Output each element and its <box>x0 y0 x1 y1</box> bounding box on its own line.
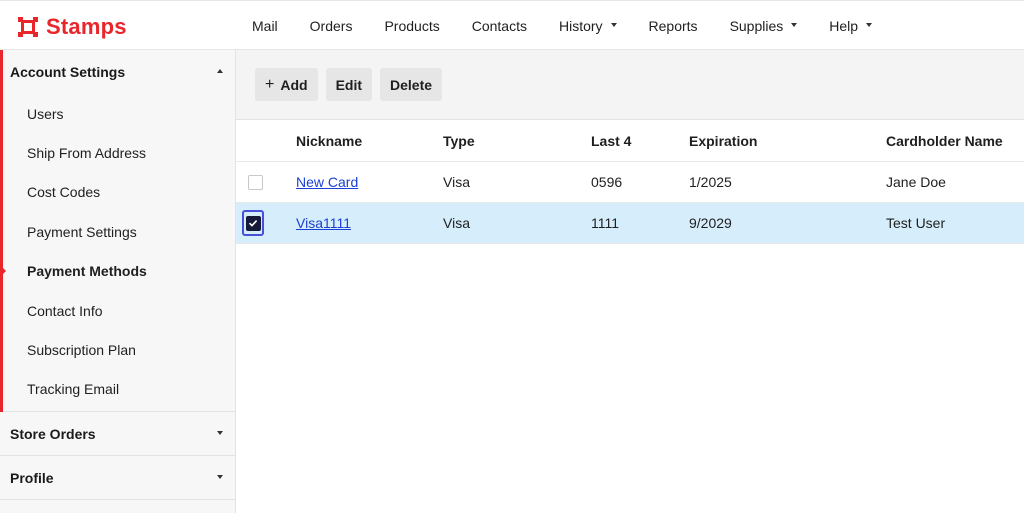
chevron-down-icon <box>217 474 223 479</box>
nav-reports[interactable]: Reports <box>633 18 714 34</box>
row-checkbox-cell <box>248 162 264 202</box>
nav-history-label: History <box>558 18 603 34</box>
store-orders-label: Store Orders <box>10 425 96 442</box>
nav-orders-label: Orders <box>309 18 353 34</box>
last4-cell: 1111 <box>591 215 620 231</box>
toolbar: + Add Edit Delete <box>236 50 1024 120</box>
top-header: Stamps Mail Orders Products Contacts His… <box>0 0 1024 50</box>
plus-icon: + <box>265 75 275 93</box>
nav-contacts[interactable]: Contacts <box>456 18 543 34</box>
add-button[interactable]: + Add <box>255 68 318 101</box>
chevron-down-icon <box>791 23 798 27</box>
sidebar-item-subscription-plan[interactable]: Subscription Plan <box>3 330 235 369</box>
account-settings-header[interactable]: Account Settings <box>3 50 235 94</box>
profile-label: Profile <box>10 469 54 486</box>
row-checkbox[interactable] <box>248 174 263 190</box>
chevron-down-icon <box>610 23 617 27</box>
main-content: + Add Edit Delete Nickname Type Last 4 E… <box>236 50 1024 513</box>
nav-products-label: Products <box>384 18 440 34</box>
nav-mail[interactable]: Mail <box>236 18 294 34</box>
delete-button[interactable]: Delete <box>380 68 443 101</box>
column-header-expiration[interactable]: Expiration <box>689 120 757 161</box>
nickname-link[interactable]: New Card <box>296 174 358 190</box>
checkmark-icon <box>248 220 258 227</box>
table-row[interactable]: Visa1111 Visa 1111 9/2029 Test User <box>236 203 1024 244</box>
table-row[interactable]: New Card Visa 0596 1/2025 Jane Doe <box>236 162 1024 203</box>
account-settings-section: Account Settings Users Ship From Address… <box>0 50 235 413</box>
store-orders-header[interactable]: Store Orders <box>0 412 235 457</box>
stamps-logo[interactable]: Stamps <box>16 13 127 41</box>
column-header-cardholder[interactable]: Cardholder Name <box>886 120 1003 161</box>
chevron-down-icon <box>217 430 223 435</box>
nav-help[interactable]: Help <box>813 18 888 34</box>
type-cell: Visa <box>443 174 470 190</box>
sidebar: Account Settings Users Ship From Address… <box>0 50 236 513</box>
column-header-last4[interactable]: Last 4 <box>591 120 631 161</box>
main-nav: Mail Orders Products Contacts History Re… <box>236 1 888 51</box>
nav-reports-label: Reports <box>648 18 698 34</box>
type-cell: Visa <box>443 215 470 231</box>
account-settings-items: Users Ship From Address Cost Codes Payme… <box>0 94 235 413</box>
nav-mail-label: Mail <box>252 18 278 34</box>
expiration-cell: 1/2025 <box>689 174 732 190</box>
account-settings-label: Account Settings <box>10 64 126 80</box>
chevron-down-icon <box>866 23 873 27</box>
cardholder-cell: Test User <box>886 215 946 231</box>
nav-help-label: Help <box>829 18 859 34</box>
nickname-cell: New Card <box>296 162 358 202</box>
checkbox-focus-ring <box>242 210 264 236</box>
sidebar-item-cost-codes[interactable]: Cost Codes <box>3 173 235 212</box>
payment-methods-table: Nickname Type Last 4 Expiration Cardhold… <box>236 120 1024 244</box>
nickname-link[interactable]: Visa1111 <box>296 215 351 231</box>
nickname-cell: Visa1111 <box>296 203 351 243</box>
sidebar-item-ship-from-address[interactable]: Ship From Address <box>3 133 235 172</box>
stamps-logo-icon <box>16 15 40 39</box>
row-checkbox-cell <box>242 203 264 243</box>
column-header-type[interactable]: Type <box>443 120 475 161</box>
brand-name: Stamps <box>46 14 127 39</box>
sidebar-item-users[interactable]: Users <box>3 94 235 133</box>
nav-products[interactable]: Products <box>368 18 455 34</box>
table-header-row: Nickname Type Last 4 Expiration Cardhold… <box>236 120 1024 162</box>
row-checkbox[interactable] <box>245 215 261 231</box>
profile-header[interactable]: Profile <box>0 456 235 501</box>
chevron-up-icon <box>217 69 223 73</box>
sidebar-item-contact-info[interactable]: Contact Info <box>3 291 235 330</box>
cardholder-cell: Jane Doe <box>886 174 946 190</box>
add-button-label: Add <box>280 76 308 93</box>
edit-button[interactable]: Edit <box>325 68 373 101</box>
nav-supplies[interactable]: Supplies <box>714 18 814 34</box>
nav-history[interactable]: History <box>543 18 633 34</box>
sidebar-item-payment-settings[interactable]: Payment Settings <box>3 212 235 251</box>
sidebar-item-tracking-email[interactable]: Tracking Email <box>3 370 235 409</box>
nav-contacts-label: Contacts <box>471 18 527 34</box>
sidebar-item-payment-methods[interactable]: Payment Methods <box>0 252 235 291</box>
column-header-nickname[interactable]: Nickname <box>296 120 362 161</box>
last4-cell: 0596 <box>591 174 623 190</box>
expiration-cell: 9/2029 <box>689 215 732 231</box>
nav-orders[interactable]: Orders <box>294 18 369 34</box>
nav-supplies-label: Supplies <box>729 18 784 34</box>
